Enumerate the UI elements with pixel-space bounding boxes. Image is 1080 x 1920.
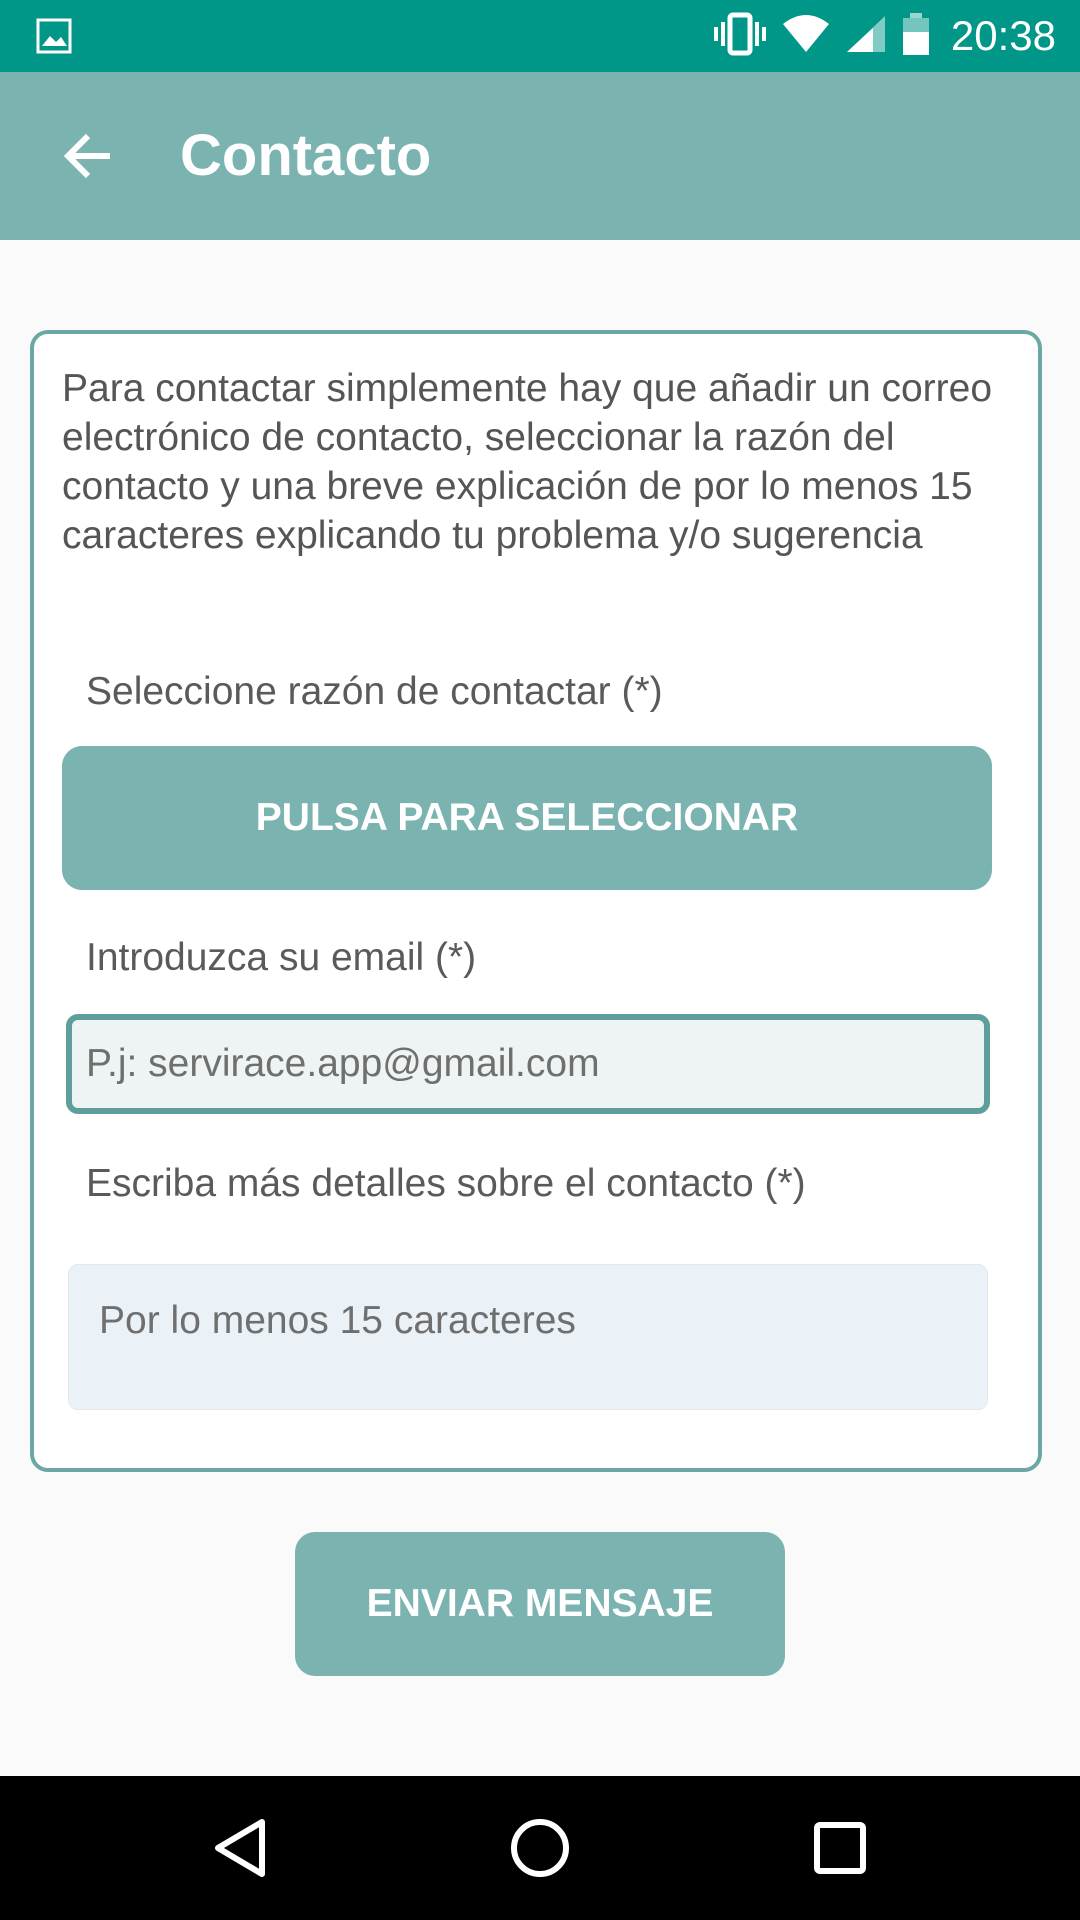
- wifi-icon: [781, 14, 831, 58]
- nav-back-button[interactable]: [192, 1800, 288, 1896]
- status-bar: 20:38: [0, 0, 1080, 72]
- select-reason-button[interactable]: PULSA PARA SELECCIONAR: [62, 746, 992, 890]
- battery-icon: [901, 12, 931, 60]
- email-field[interactable]: [66, 1014, 990, 1114]
- contact-form-card: Para contactar simplemente hay que añadi…: [30, 330, 1042, 1472]
- nav-recents-button[interactable]: [792, 1800, 888, 1896]
- nav-back-icon: [215, 1819, 265, 1877]
- reason-label: Seleccione razón de contactar (*): [86, 670, 663, 713]
- nav-recents-icon: [814, 1822, 866, 1874]
- details-textarea[interactable]: [68, 1264, 988, 1410]
- back-button[interactable]: [40, 108, 136, 204]
- app-bar: Contacto: [0, 72, 1080, 240]
- navigation-bar: [0, 1776, 1080, 1920]
- status-icons: 20:38: [713, 0, 1056, 72]
- send-message-button[interactable]: ENVIAR MENSAJE: [295, 1532, 785, 1676]
- details-label: Escriba más detalles sobre el contacto (…: [86, 1162, 806, 1205]
- page-title: Contacto: [180, 123, 432, 188]
- arrow-left-icon: [63, 133, 110, 179]
- nav-home-icon: [511, 1819, 569, 1877]
- nav-home-button[interactable]: [492, 1800, 588, 1896]
- signal-icon: [845, 14, 887, 58]
- intro-text: Para contactar simplemente hay que añadi…: [62, 367, 993, 557]
- status-time: 20:38: [950, 12, 1056, 59]
- vibrate-icon: [713, 12, 767, 60]
- email-label: Introduzca su email (*): [86, 936, 477, 979]
- image-notification-icon: [36, 18, 72, 54]
